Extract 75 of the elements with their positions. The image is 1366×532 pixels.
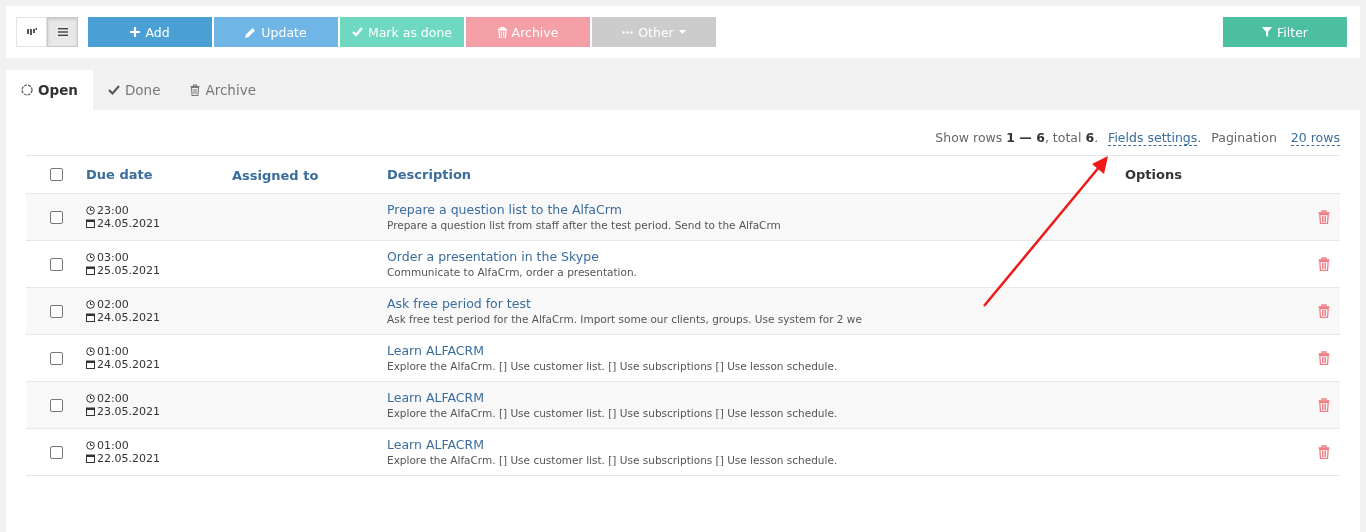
delete-icon[interactable]: [1318, 398, 1330, 412]
filter-icon: [1262, 27, 1272, 37]
view-toggle[interactable]: [47, 17, 78, 47]
clock-icon: [86, 441, 95, 450]
delete-icon[interactable]: [1318, 304, 1330, 318]
calendar-icon: [86, 219, 95, 228]
due-date: 22.05.2021: [97, 452, 160, 465]
clock-icon: [86, 300, 95, 309]
trash-icon: [190, 84, 201, 96]
clock-icon: [86, 253, 95, 262]
task-title-link[interactable]: Learn ALFACRM: [387, 437, 484, 453]
calendar-icon: [86, 454, 95, 463]
task-details: Explore the AlfaCrm. [] Use customer list. [] Use subscriptions [] Use lesson schedule.: [387, 406, 838, 420]
delete-icon[interactable]: [1318, 257, 1330, 271]
trash-icon: [497, 26, 507, 38]
due-date: 24.05.2021: [97, 311, 160, 324]
period: .: [1197, 130, 1202, 145]
calendar-icon: [86, 266, 95, 275]
row-checkbox[interactable]: [49, 304, 63, 318]
due-date: 25.05.2021: [97, 264, 160, 277]
tab[interactable]: Open: [6, 70, 93, 110]
list-icon: [57, 28, 68, 36]
calendar-icon: [86, 407, 95, 416]
task-details: Ask free test period for the AlfaCrm. Import some our clients, groups. Use system for 2 we: [387, 312, 862, 326]
due-date: 24.05.2021: [97, 217, 160, 230]
checkmark-icon: [107, 85, 120, 95]
action-button[interactable]: Add: [88, 17, 212, 47]
pagination-link[interactable]: 20 rows: [1290, 130, 1340, 146]
dots-icon: [622, 30, 634, 34]
due-time: 01:00: [97, 345, 129, 358]
pagination-label: Pagination: [1211, 130, 1277, 145]
row-checkbox[interactable]: [49, 210, 63, 224]
task-title-link[interactable]: Learn ALFACRM: [387, 343, 484, 359]
due-time: 01:00: [97, 439, 129, 452]
task-title-link[interactable]: Ask free period for test: [387, 296, 531, 312]
calendar-icon: [86, 360, 95, 369]
delete-icon[interactable]: [1318, 351, 1330, 365]
plus-icon: [130, 27, 141, 37]
tab[interactable]: Done: [92, 70, 176, 110]
task-details: Communicate to AlfaCrm, order a presentation.: [387, 265, 637, 279]
tab[interactable]: Archive: [175, 70, 271, 110]
calendar-icon: [86, 313, 95, 322]
rows-summary: Show rows 1 — 6, total 6.: [935, 130, 1099, 145]
column-header: Options: [1125, 167, 1182, 182]
row-checkbox[interactable]: [49, 351, 63, 365]
row-checkbox[interactable]: [49, 445, 63, 459]
task-details: Explore the AlfaCrm. [] Use customer list. [] Use subscriptions [] Use lesson schedule.: [387, 453, 838, 467]
view-toggle[interactable]: [16, 17, 47, 47]
board-icon: [26, 28, 37, 36]
column-header[interactable]: Description: [387, 167, 472, 182]
row-checkbox[interactable]: [49, 257, 63, 271]
checkmark-icon: [351, 27, 363, 37]
clock-icon: [86, 394, 95, 403]
task-title-link[interactable]: Prepare a question list to the AlfaCrm: [387, 202, 622, 218]
select-all-checkbox[interactable]: [49, 168, 63, 181]
clock-icon: [86, 347, 95, 356]
task-title-link[interactable]: Learn ALFACRM: [387, 390, 484, 406]
due-time: 03:00: [97, 251, 129, 264]
pencil-icon: [245, 26, 257, 38]
circle-icon: [21, 84, 33, 96]
due-time: 23:00: [97, 204, 129, 217]
due-time: 02:00: [97, 392, 129, 405]
task-details: Explore the AlfaCrm. [] Use customer list. [] Use subscriptions [] Use lesson schedule.: [387, 359, 838, 373]
due-time: 02:00: [97, 298, 129, 311]
due-date: 24.05.2021: [97, 358, 160, 371]
column-header[interactable]: Assigned to: [232, 168, 319, 183]
task-details: Prepare a question list from staff after the test period. Send to the AlfaCrm: [387, 218, 781, 232]
clock-icon: [86, 206, 95, 215]
task-title-link[interactable]: Order a presentation in the Skype: [387, 249, 599, 265]
due-date: 23.05.2021: [97, 405, 160, 418]
column-header[interactable]: Due date: [86, 167, 153, 182]
row-checkbox[interactable]: [49, 398, 63, 412]
caret-icon: [678, 30, 686, 34]
delete-icon[interactable]: [1318, 445, 1330, 459]
delete-icon[interactable]: [1318, 210, 1330, 224]
